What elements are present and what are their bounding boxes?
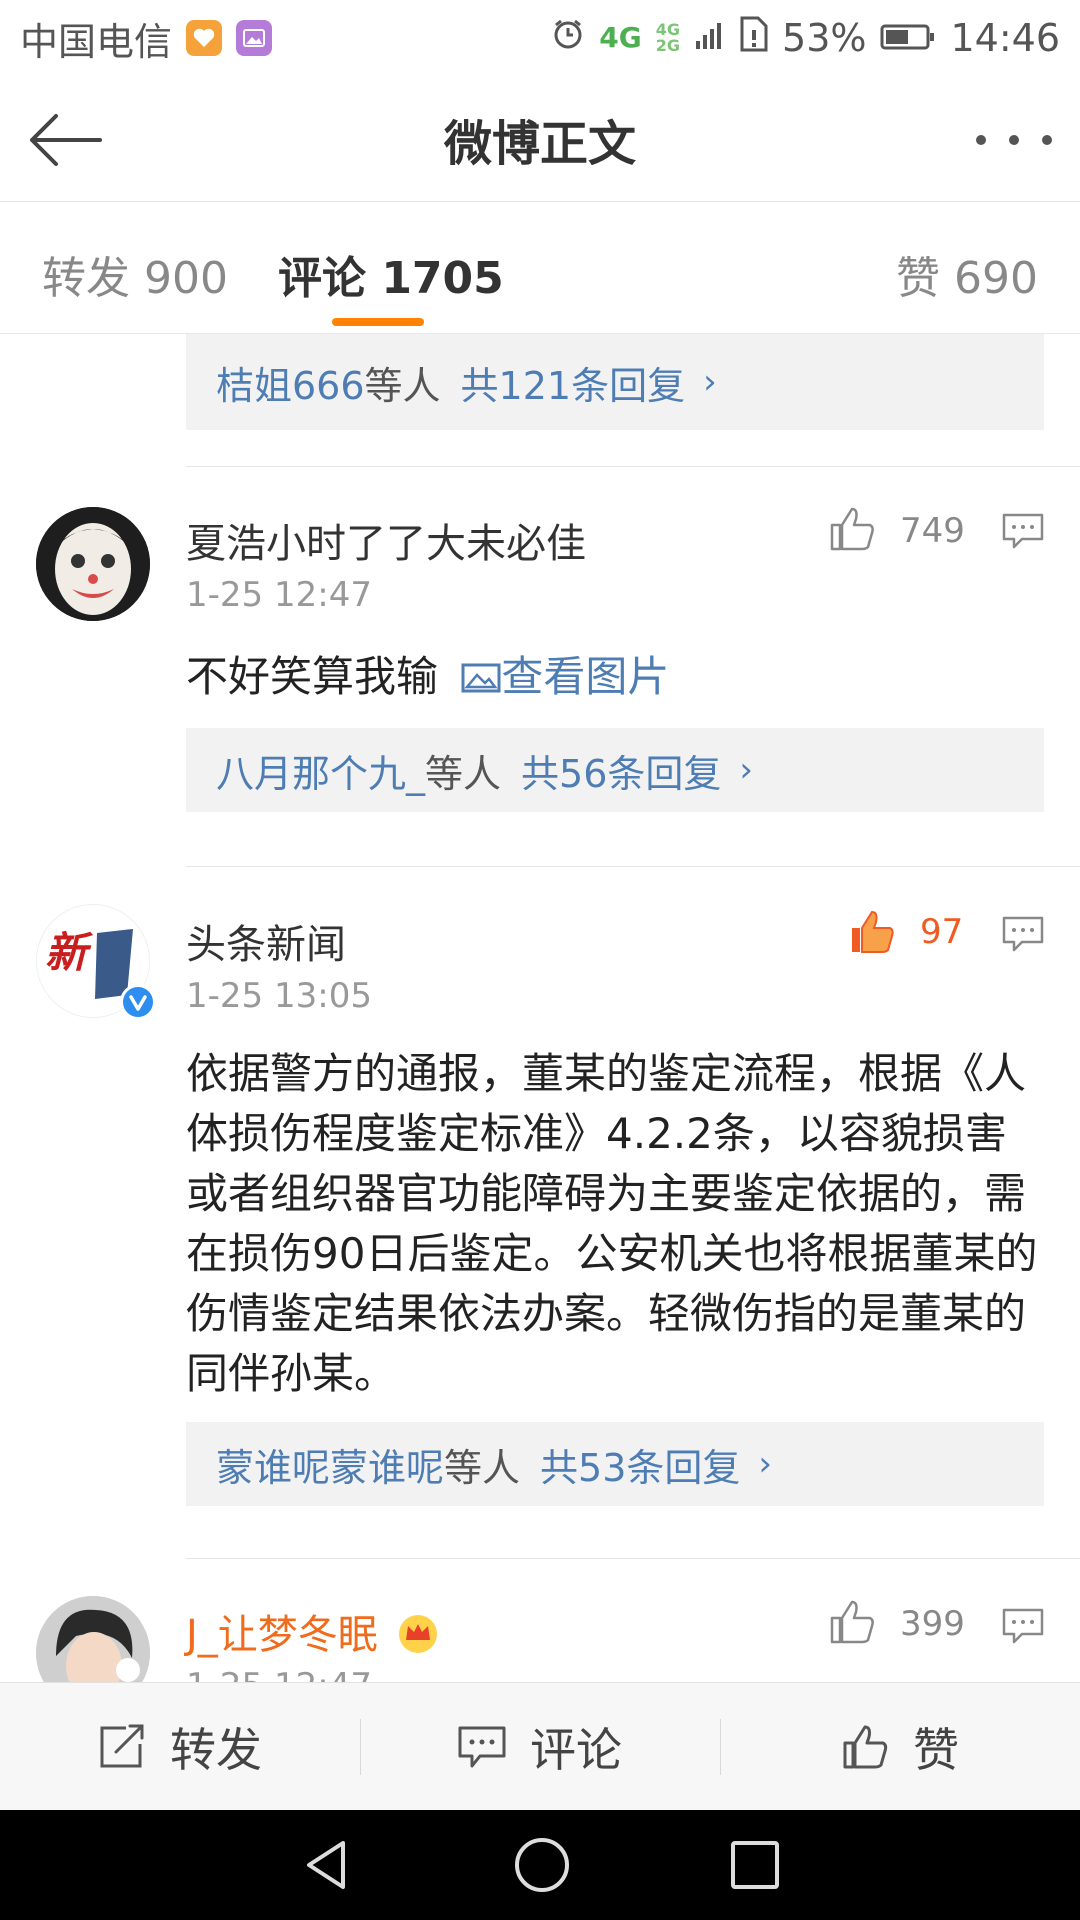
- avatar[interactable]: [36, 1596, 150, 1682]
- like-label: 赞: [913, 1722, 959, 1777]
- comment-time: 1-25 12:47: [186, 1666, 372, 1682]
- comment-item: 夏浩小时了了大未必佳 1-25 12:47 749 不好笑算我输 查看图片: [0, 467, 1080, 767]
- network-type-secondary: 4G 2G: [656, 22, 680, 54]
- network-type: 4G: [599, 21, 642, 54]
- page-title: 微博正文: [443, 115, 636, 172]
- tab-repost[interactable]: 转发 900: [42, 242, 228, 306]
- clown-face-avatar-icon: [36, 507, 150, 621]
- comment-username[interactable]: J_让梦冬眠: [186, 1602, 439, 1660]
- like-count: 97: [920, 912, 964, 952]
- reply-summary[interactable]: 桔姐666 等人 共121条回复 ›: [186, 334, 1044, 430]
- repost-button[interactable]: 转发: [0, 1683, 360, 1810]
- like-button[interactable]: [828, 1598, 876, 1646]
- health-app-icon: [186, 20, 223, 56]
- tab-comment[interactable]: 评论 1705: [278, 242, 504, 306]
- reply-button[interactable]: [1002, 513, 1044, 549]
- back-triangle-icon[interactable]: [299, 1837, 355, 1893]
- reply-suffix: 等人: [425, 751, 502, 796]
- detail-tabs: 转发 900 评论 1705 赞 690: [0, 202, 1080, 334]
- like-button[interactable]: [848, 908, 896, 956]
- avatar-logo-text: 新: [45, 928, 94, 977]
- network-type-bottom: 2G: [655, 36, 681, 55]
- comment-username[interactable]: 夏浩小时了了大未必佳: [186, 511, 586, 569]
- comment-time: 1-25 13:05: [186, 976, 372, 1016]
- like-post-button[interactable]: 赞: [720, 1683, 1080, 1810]
- comment-bubble-icon: [1002, 513, 1044, 549]
- signal-icon: [694, 16, 724, 60]
- thumbs-up-icon: [830, 507, 874, 551]
- status-bar: 中国电信 4G 4G 2G 53% 14:46: [0, 0, 1080, 76]
- bottom-action-bar: 转发 评论 赞: [0, 1682, 1080, 1810]
- comment-item: 新 头条新闻 1-25 13:05 97 依据警方的通报，董某的鉴定流程，根据《…: [0, 866, 1080, 1486]
- reply-summary[interactable]: 八月那个九_ 等人 共56条回复 ›: [186, 728, 1044, 812]
- like-count: 749: [900, 511, 965, 551]
- active-tab-indicator: [332, 318, 424, 326]
- avatar[interactable]: [36, 507, 150, 621]
- comment-username[interactable]: 头条新闻: [186, 912, 346, 970]
- thumbs-up-icon: [830, 1600, 874, 1644]
- tab-like[interactable]: 赞 690: [896, 242, 1038, 306]
- reply-suffix: 等人: [364, 363, 441, 408]
- comment-list[interactable]: 桔姐666 等人 共121条回复 › 夏浩小时了了大未必佳 1-25 12:47…: [0, 334, 1080, 1682]
- comment-button[interactable]: 评论: [360, 1683, 720, 1810]
- reply-total[interactable]: 共53条回复: [540, 1437, 740, 1492]
- comment-label: 评论: [530, 1722, 622, 1777]
- back-arrow-icon: [30, 114, 102, 166]
- chevron-right-icon: ›: [703, 362, 717, 402]
- carrier-label: 中国电信: [20, 19, 173, 64]
- reply-suffix: 等人: [444, 1445, 521, 1490]
- comment-item: J_让梦冬眠 1-25 12:47 399: [0, 1558, 1080, 1682]
- thumbs-up-filled-icon: [852, 910, 894, 953]
- like-count: 399: [900, 1604, 965, 1644]
- like-button[interactable]: [828, 505, 876, 553]
- clock: 14:46: [950, 16, 1060, 60]
- reply-button[interactable]: [1002, 1608, 1044, 1644]
- reply-total[interactable]: 共56条回复: [521, 743, 721, 798]
- system-navigation-bar: [0, 1810, 1080, 1920]
- reply-total[interactable]: 共121条回复: [461, 355, 686, 410]
- reply-summary[interactable]: 蒙谁呢蒙谁呢 等人 共53条回复 ›: [186, 1422, 1044, 1506]
- reply-names[interactable]: 蒙谁呢蒙谁呢: [216, 1437, 444, 1492]
- image-icon: [461, 663, 501, 693]
- comment-text: 不好笑算我输: [186, 652, 439, 701]
- repost-icon: [100, 1724, 144, 1767]
- more-dot-icon: [976, 135, 986, 145]
- back-button[interactable]: [28, 110, 104, 170]
- sim-alert-icon: [738, 16, 768, 61]
- comment-username-text[interactable]: J_让梦冬眠: [186, 1612, 378, 1658]
- verified-badge-icon: [120, 984, 156, 1020]
- vip-crown-icon: [398, 1615, 437, 1653]
- alarm-icon: [551, 16, 585, 60]
- comment-time: 1-25 12:47: [186, 575, 372, 615]
- more-dot-icon: [1042, 135, 1052, 145]
- reply-names[interactable]: 八月那个九_: [216, 743, 425, 798]
- user-photo-avatar-icon: [36, 1596, 150, 1682]
- thumbs-up-icon: [843, 1725, 888, 1768]
- top-nav-bar: 微博正文: [0, 76, 1080, 202]
- gallery-app-icon: [236, 20, 273, 56]
- chevron-right-icon: ›: [739, 750, 753, 790]
- chevron-right-icon: ›: [758, 1444, 772, 1484]
- reply-names[interactable]: 桔姐666: [216, 355, 365, 410]
- comment-body: 依据警方的通报，董某的鉴定流程，根据《人体损伤程度鉴定标准》4.2.2条，以容貌…: [186, 1049, 1038, 1398]
- battery-percent: 53%: [782, 16, 867, 60]
- view-image-label[interactable]: 查看图片: [501, 652, 669, 701]
- recents-square-icon[interactable]: [729, 1839, 781, 1891]
- repost-label: 转发: [170, 1722, 262, 1777]
- comment-bubble-icon: [1002, 916, 1044, 952]
- comment-bubble-icon: [1002, 1608, 1044, 1644]
- more-dot-icon: [1009, 135, 1019, 145]
- battery-icon: [880, 16, 936, 60]
- home-circle-icon[interactable]: [512, 1835, 572, 1895]
- comment-body: 不好笑算我输 查看图片: [186, 647, 1046, 707]
- comment-bubble-icon: [458, 1726, 506, 1767]
- reply-button[interactable]: [1002, 916, 1044, 952]
- more-options-button[interactable]: [976, 128, 1052, 152]
- view-image-link[interactable]: 查看图片: [451, 652, 669, 701]
